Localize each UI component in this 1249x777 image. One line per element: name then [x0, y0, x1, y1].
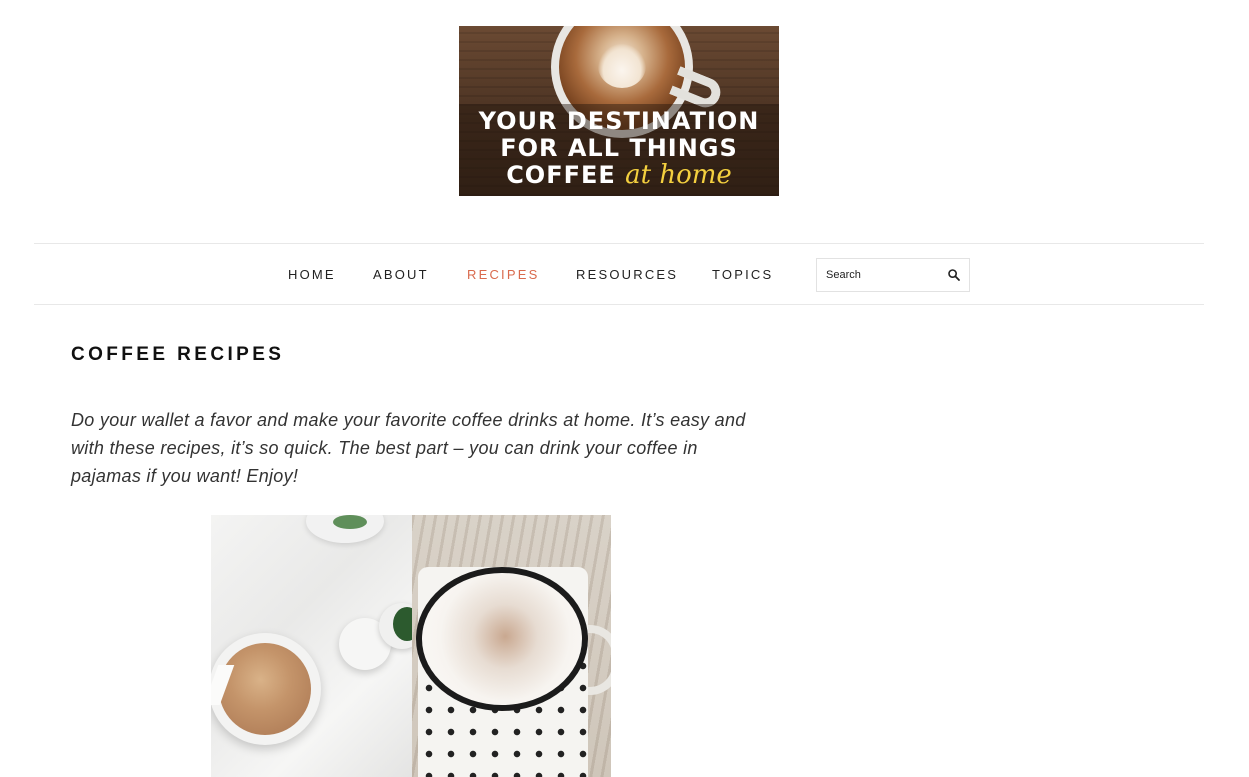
nav-item-about[interactable]: ABOUT [373, 267, 429, 282]
latte-cup-graphic [211, 633, 321, 745]
site-logo-banner[interactable]: YOUR DESTINATION FOR ALL THINGS COFFEE a… [459, 26, 779, 196]
banner-line-3-main: COFFEE [506, 161, 616, 189]
nav-item-topics[interactable]: TOPICS [712, 267, 773, 282]
nav-item-home[interactable]: HOME [288, 267, 336, 282]
latte-marble-photo [211, 515, 425, 777]
banner-line-2: FOR ALL THINGS [500, 134, 738, 162]
banner-line-3: COFFEE at home [459, 162, 779, 189]
nav-item-recipes[interactable]: RECIPES [467, 267, 539, 282]
page-title: COFFEE RECIPES [71, 344, 285, 365]
main-navigation: HOME ABOUT RECIPES RESOURCES TOPICS [34, 244, 1204, 304]
intro-paragraph: Do your wallet a favor and make your fav… [71, 410, 746, 486]
nav-item-resources[interactable]: RESOURCES [576, 267, 678, 282]
coffee-photo-collage[interactable] [211, 515, 611, 777]
latte-heart-graphic [598, 44, 646, 88]
cappuccino-mug-photo [412, 515, 611, 777]
cappuccino-foam-graphic [422, 573, 582, 705]
plant-leaves-graphic [333, 515, 367, 529]
banner-tagline: YOUR DESTINATION FOR ALL THINGS COFFEE a… [459, 108, 779, 189]
search-input[interactable] [826, 267, 936, 283]
banner-line-3-script: at home [625, 160, 732, 190]
nav-bottom-divider [34, 304, 1204, 305]
banner-line-1: YOUR DESTINATION [478, 107, 760, 135]
search-icon[interactable] [947, 268, 961, 282]
search-box [816, 258, 970, 292]
